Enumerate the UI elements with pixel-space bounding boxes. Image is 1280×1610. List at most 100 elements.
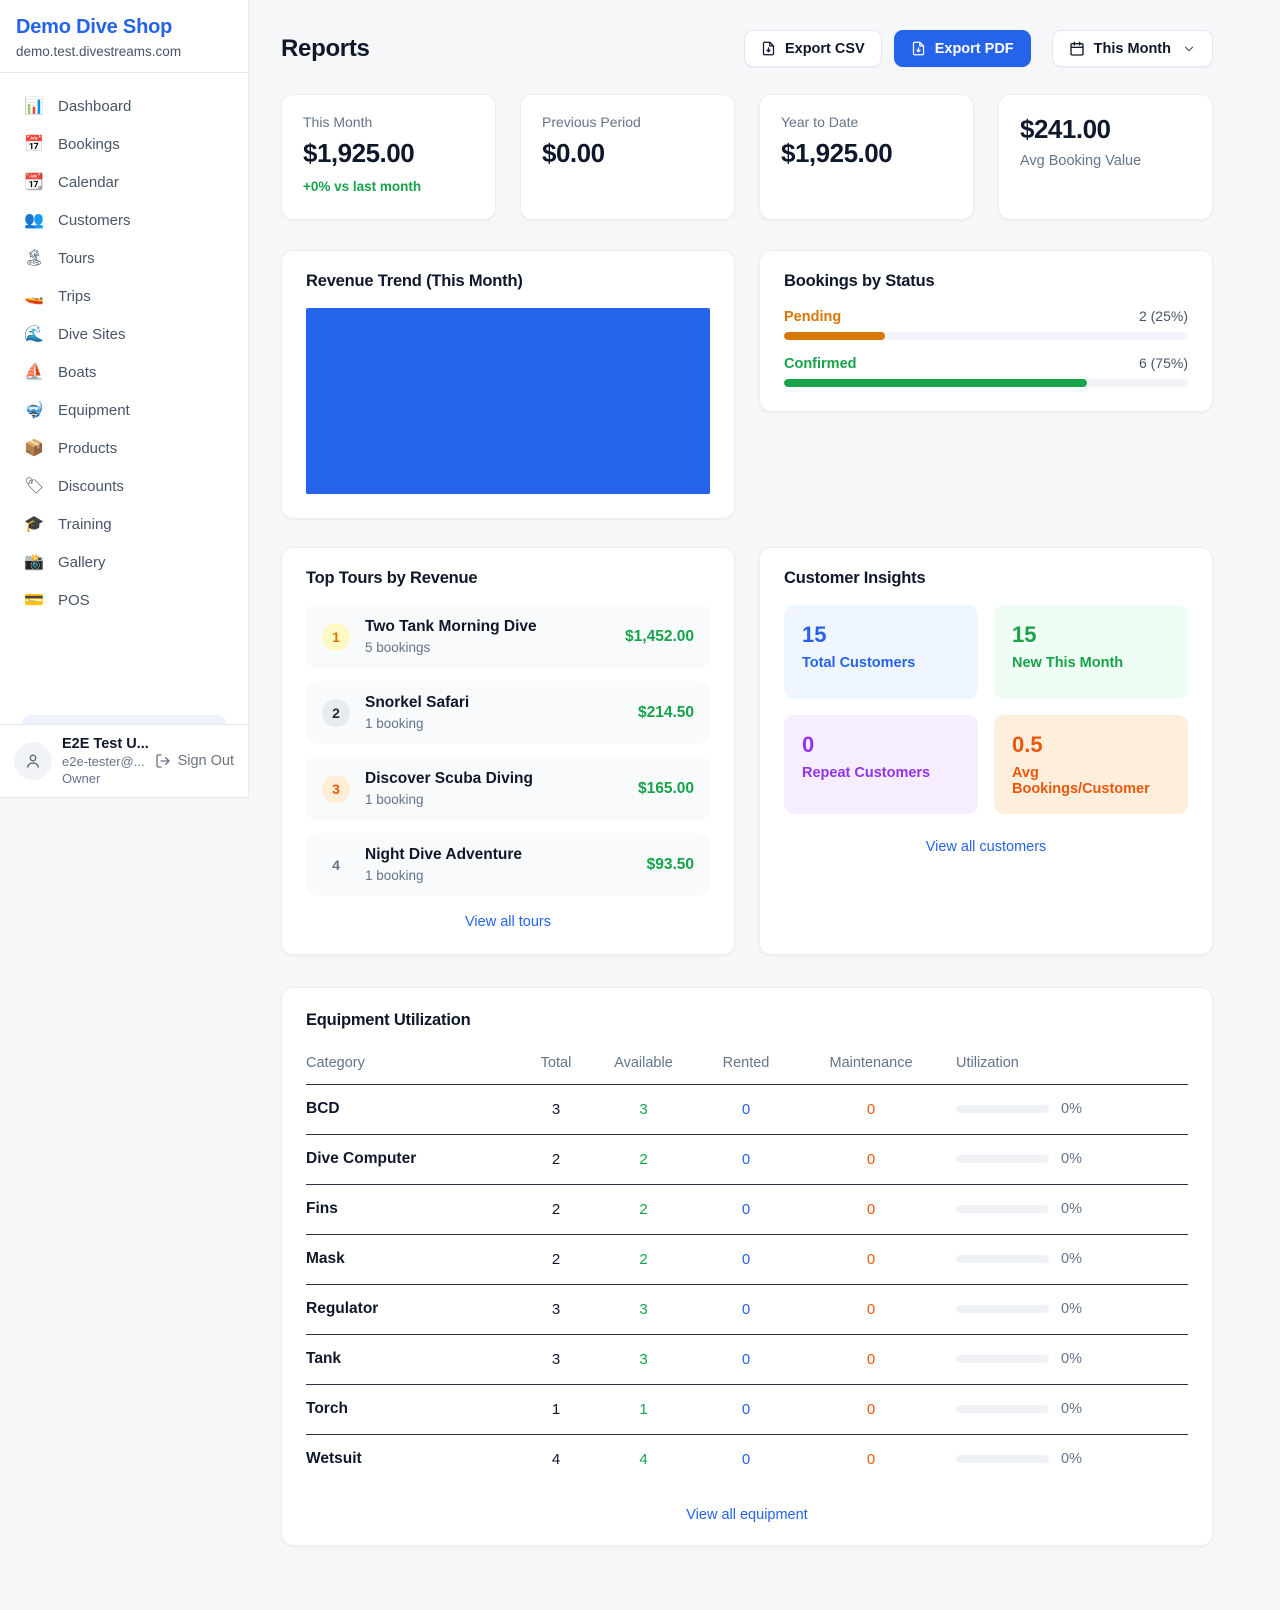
equipment-rented: 0 xyxy=(686,1351,806,1368)
equipment-total: 2 xyxy=(511,1251,601,1268)
sidebar-item-boats[interactable]: ⛵ Boats xyxy=(14,353,234,391)
tour-bookings: 1 booking xyxy=(365,716,469,731)
sign-out-button[interactable]: Sign Out xyxy=(155,753,234,769)
equipment-rented: 0 xyxy=(686,1301,806,1318)
equipment-utilization-cell: 0% xyxy=(936,1201,1188,1217)
sidebar-item-label: Dive Sites xyxy=(58,326,126,343)
stat-label: Previous Period xyxy=(542,114,713,130)
status-count: 6 (75%) xyxy=(1139,355,1188,371)
equipment-category: Tank xyxy=(306,1350,511,1368)
equipment-category: Dive Computer xyxy=(306,1150,511,1168)
user-info: E2E Test U... e2e-tester@... Owner xyxy=(62,736,145,786)
export-csv-button[interactable]: Export CSV xyxy=(744,30,882,67)
sidebar-item-equipment[interactable]: 🤿 Equipment xyxy=(14,391,234,429)
tour-row: 3 Discover Scuba Diving 1 booking $165.0… xyxy=(306,757,710,820)
tour-row: 2 Snorkel Safari 1 booking $214.50 xyxy=(306,681,710,744)
tour-revenue: $1,452.00 xyxy=(625,628,694,646)
sidebar-item-calendar[interactable]: 📆 Calendar xyxy=(14,163,234,201)
equipment-rented: 0 xyxy=(686,1201,806,1218)
tours-icon: 🏝 xyxy=(24,248,44,268)
utilization-bar-track xyxy=(956,1155,1049,1163)
status-bar-fill xyxy=(784,332,885,340)
sidebar-item-label: Dashboard xyxy=(58,98,131,115)
equipment-available: 3 xyxy=(601,1351,686,1368)
status-label: Confirmed xyxy=(784,356,857,372)
shop-name: Demo Dive Shop xyxy=(16,16,232,39)
header-actions: Export CSV Export PDF This Month xyxy=(744,30,1213,67)
column-header-utilization: Utilization xyxy=(936,1055,1188,1071)
revenue-trend-chart xyxy=(306,308,710,494)
revenue-trend-card: Revenue Trend (This Month) xyxy=(281,250,735,519)
tour-revenue: $93.50 xyxy=(647,856,694,874)
view-all-customers-link[interactable]: View all customers xyxy=(784,839,1188,855)
equipment-rented: 0 xyxy=(686,1251,806,1268)
utilization-bar-track xyxy=(956,1405,1049,1413)
gallery-icon: 📸 xyxy=(24,552,44,572)
sidebar-item-gallery[interactable]: 📸 Gallery xyxy=(14,543,234,581)
period-selector[interactable]: This Month xyxy=(1052,30,1213,67)
page-title: Reports xyxy=(281,35,370,63)
equipment-category: Torch xyxy=(306,1400,511,1418)
equipment-available: 2 xyxy=(601,1201,686,1218)
training-icon: 🎓 xyxy=(24,514,44,534)
column-header-maintenance: Maintenance xyxy=(806,1055,936,1071)
insight-label: New This Month xyxy=(1012,655,1170,671)
utilization-percent: 0% xyxy=(1061,1201,1082,1217)
status-row-pending: Pending 2 (25%) xyxy=(784,308,1188,340)
table-row: Dive Computer 2 2 0 0 0% xyxy=(306,1135,1188,1185)
tour-row: 1 Two Tank Morning Dive 5 bookings $1,45… xyxy=(306,605,710,668)
sidebar-item-label: Gallery xyxy=(58,554,106,571)
dive-sites-icon: 🌊 xyxy=(24,324,44,344)
equipment-available: 2 xyxy=(601,1251,686,1268)
equipment-maintenance: 0 xyxy=(806,1351,936,1368)
sidebar-item-trips[interactable]: 🚤 Trips xyxy=(14,277,234,315)
status-bar-track xyxy=(784,332,1188,340)
equipment-total: 2 xyxy=(511,1201,601,1218)
equipment-utilization-title: Equipment Utilization xyxy=(306,1011,1188,1030)
view-all-tours-link[interactable]: View all tours xyxy=(306,914,710,930)
stat-value: $0.00 xyxy=(542,138,713,169)
utilization-bar-track xyxy=(956,1105,1049,1113)
utilization-percent: 0% xyxy=(1061,1401,1082,1417)
customers-icon: 👥 xyxy=(24,210,44,230)
user-email: e2e-tester@... xyxy=(62,754,145,769)
top-tours-card: Top Tours by Revenue 1 Two Tank Morning … xyxy=(281,547,735,955)
equipment-table-header: Category Total Available Rented Maintena… xyxy=(306,1047,1188,1085)
user-icon xyxy=(24,752,42,770)
equipment-maintenance: 0 xyxy=(806,1451,936,1468)
table-row: Fins 2 2 0 0 0% xyxy=(306,1185,1188,1235)
utilization-bar-track xyxy=(956,1455,1049,1463)
sidebar-item-reports-partial[interactable] xyxy=(22,715,226,724)
utilization-bar-track xyxy=(956,1255,1049,1263)
tour-name: Discover Scuba Diving xyxy=(365,770,533,788)
bookings-icon: 📅 xyxy=(24,134,44,154)
bookings-by-status-title: Bookings by Status xyxy=(784,272,1188,291)
sidebar-item-products[interactable]: 📦 Products xyxy=(14,429,234,467)
sidebar-item-tours[interactable]: 🏝 Tours xyxy=(14,239,234,277)
rank-badge: 4 xyxy=(322,851,350,879)
equipment-utilization-cell: 0% xyxy=(936,1101,1188,1117)
equipment-rented: 0 xyxy=(686,1401,806,1418)
equipment-total: 3 xyxy=(511,1101,601,1118)
equipment-maintenance: 0 xyxy=(806,1251,936,1268)
view-all-equipment-link[interactable]: View all equipment xyxy=(306,1507,1188,1523)
utilization-percent: 0% xyxy=(1061,1351,1082,1367)
sidebar-item-dive-sites[interactable]: 🌊 Dive Sites xyxy=(14,315,234,353)
stat-card-previous-period: Previous Period $0.00 xyxy=(520,94,735,220)
sidebar-item-dashboard[interactable]: 📊 Dashboard xyxy=(14,87,234,125)
sidebar-item-customers[interactable]: 👥 Customers xyxy=(14,201,234,239)
insight-label: Total Customers xyxy=(802,655,960,671)
sidebar-item-pos[interactable]: 💳 POS xyxy=(14,581,234,619)
equipment-category: Regulator xyxy=(306,1300,511,1318)
shop-domain: demo.test.divestreams.com xyxy=(16,44,232,59)
status-row-confirmed: Confirmed 6 (75%) xyxy=(784,355,1188,387)
customer-insights-card: Customer Insights 15 Total Customers 15 … xyxy=(759,547,1213,955)
equipment-icon: 🤿 xyxy=(24,400,44,420)
stat-label: This Month xyxy=(303,114,474,130)
sidebar-item-training[interactable]: 🎓 Training xyxy=(14,505,234,543)
export-pdf-button[interactable]: Export PDF xyxy=(894,30,1031,67)
equipment-utilization-cell: 0% xyxy=(936,1451,1188,1467)
sidebar-item-label: Discounts xyxy=(58,478,124,495)
sidebar-item-bookings[interactable]: 📅 Bookings xyxy=(14,125,234,163)
sidebar-item-discounts[interactable]: 🏷 Discounts xyxy=(14,467,234,505)
